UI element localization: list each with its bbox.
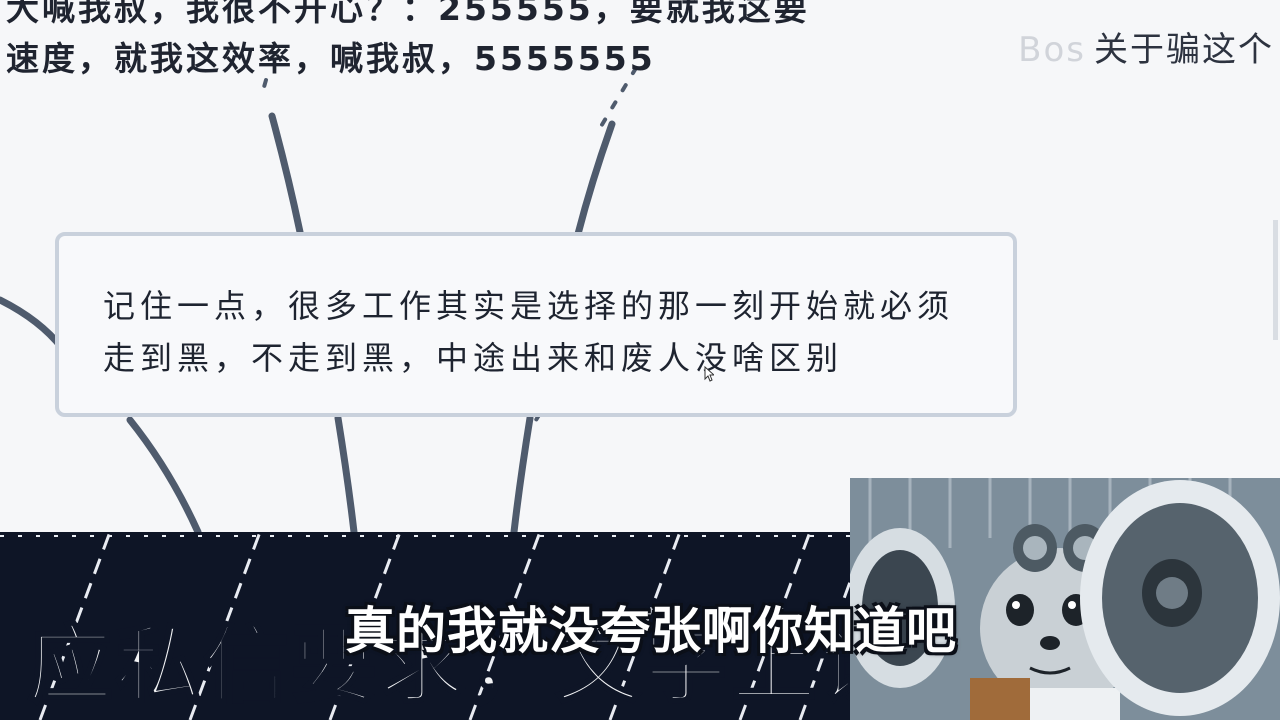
connector-bottom-mid [334, 414, 358, 536]
top-caption: 大喊我叔，我很不开心？：255555，要就我这要 速度，就我这效率，喊我叔，55… [6, 0, 810, 84]
top-caption-line-2: 速度，就我这效率，喊我叔，5555555 [6, 39, 656, 78]
top-caption-line-1: 大喊我叔，我很不开心？：255555，要就我这要 [6, 0, 810, 28]
connector-bottom-left [126, 416, 202, 536]
connector-top-right [574, 120, 616, 238]
mindmap-node-line-1: 记住一点，很多工作其实是选择的那一刻开始就必须 [103, 287, 955, 325]
top-right-label: Bos 关于骗这个 [1018, 22, 1274, 71]
video-subtitle: 真的我就没夸张啊你知道吧 [345, 602, 957, 660]
mindmap-node-line-2: 走到黑，不走到黑，中途出来和废人没啥区别 [103, 339, 844, 377]
connector-left [0, 296, 66, 352]
video-frame: 大喊我叔，我很不开心？：255555，要就我这要 速度，就我这效率，喊我叔，55… [0, 0, 1280, 720]
mouse-pointer-icon [704, 366, 714, 382]
top-right-ghost-text: Bos [1018, 30, 1086, 70]
connector-top-left [268, 112, 304, 236]
top-right-text: 关于骗这个 [1094, 30, 1274, 70]
scrollbar[interactable] [1273, 220, 1278, 340]
mindmap-node[interactable]: 记住一点，很多工作其实是选择的那一刻开始就必须 走到黑，不走到黑，中途出来和废人… [55, 232, 1017, 417]
connector-bottom-right [510, 414, 534, 536]
